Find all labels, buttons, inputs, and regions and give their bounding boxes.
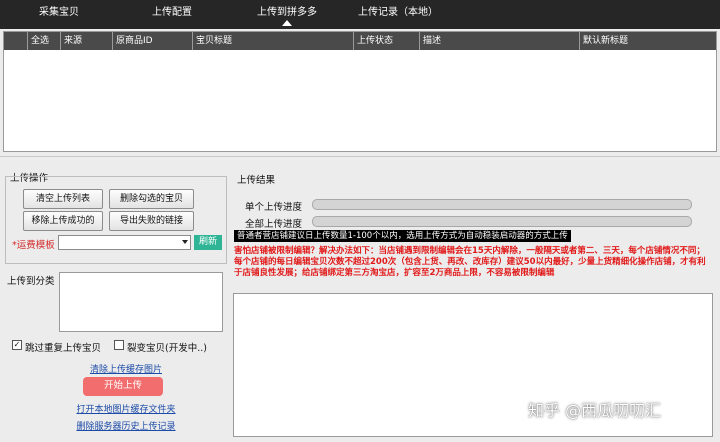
remove-success-button[interactable]: 移除上传成功的 <box>23 211 103 231</box>
column-header-select-all[interactable]: 全选 <box>28 32 61 50</box>
tab-upload-pdd[interactable]: 上传到拼多多 <box>244 0 330 26</box>
start-upload-button[interactable]: 开始上传 <box>83 377 163 396</box>
export-failed-button[interactable]: 导出失败的链接 <box>109 211 194 231</box>
tab-upload-config[interactable]: 上传配置 <box>133 0 211 25</box>
panel-divider <box>0 156 720 157</box>
restriction-warning-notice: 害怕店铺被限制编辑？解决办法如下：当店铺遇到限制编辑会在15天内解除，一般隔天或… <box>234 246 706 278</box>
shipping-template-select[interactable] <box>58 235 191 250</box>
clear-list-button[interactable]: 清空上传列表 <box>23 189 103 209</box>
tab-upload-records[interactable]: 上传记录（本地） <box>354 0 442 25</box>
watermark: 知乎 @西瓜叨叨汇 <box>528 401 662 420</box>
refresh-button[interactable]: 刷新 <box>194 235 222 250</box>
upload-tip-notice: 普通者营店铺建议日上传数量1-100个以内，选用上传方式为自动稳装启动器的方式上… <box>234 230 571 242</box>
clear-cache-link[interactable]: 清除上传缓存图片 <box>56 362 196 375</box>
table-header: 全选 来源 原商品ID 宝贝标题 上传状态 描述 默认新标题 <box>4 32 716 50</box>
chevron-down-icon <box>182 240 188 244</box>
total-progress-label: 全部上传进度 <box>245 219 303 230</box>
single-progress-bar <box>312 199 692 210</box>
tab-collect[interactable]: 采集宝贝 <box>20 0 98 25</box>
column-header-original-id[interactable]: 原商品ID <box>113 32 193 50</box>
delete-history-link[interactable]: 删除服务器历史上传记录 <box>56 419 196 432</box>
item-table[interactable]: 全选 来源 原商品ID 宝贝标题 上传状态 描述 默认新标题 <box>3 31 717 152</box>
column-header-new-title[interactable]: 默认新标题 <box>580 32 717 50</box>
delete-checked-button[interactable]: 删除勾选的宝贝 <box>109 189 194 209</box>
category-list[interactable] <box>59 272 223 332</box>
tab-upload-pdd-label: 上传到拼多多 <box>257 7 317 18</box>
split-items-label: 裂变宝贝(开发中..) <box>127 343 207 354</box>
open-cache-folder-link[interactable]: 打开本地图片缓存文件夹 <box>56 402 196 415</box>
shipping-template-label: *运费模板 <box>12 240 55 251</box>
category-label: 上传到分类 <box>7 276 55 287</box>
column-header-description[interactable]: 描述 <box>420 32 580 50</box>
column-header-source[interactable]: 来源 <box>61 32 113 50</box>
column-header-title[interactable]: 宝贝标题 <box>193 32 354 50</box>
upload-results-label: 上传结果 <box>237 175 276 186</box>
row-number-header <box>4 32 28 50</box>
skip-duplicate-checkbox[interactable]: ✓ <box>12 340 22 350</box>
active-tab-caret-icon <box>282 20 292 26</box>
skip-duplicate-label: 跳过重复上传宝贝 <box>25 343 102 354</box>
total-progress-bar <box>312 216 692 227</box>
top-tab-bar: 采集宝贝 上传配置 上传到拼多多 上传记录（本地） <box>0 0 720 29</box>
single-progress-label: 单个上传进度 <box>245 202 303 213</box>
column-header-status[interactable]: 上传状态 <box>354 32 420 50</box>
split-items-checkbox[interactable] <box>114 340 124 350</box>
